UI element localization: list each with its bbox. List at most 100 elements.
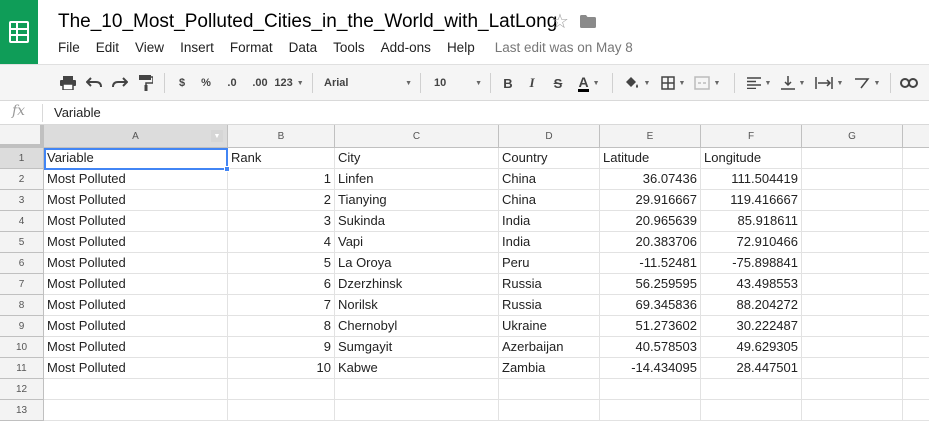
- filter-dropdown-icon[interactable]: ▼: [211, 130, 223, 142]
- menu-format[interactable]: Format: [230, 40, 273, 55]
- data-cell[interactable]: 4: [228, 232, 335, 253]
- menu-data[interactable]: Data: [289, 40, 318, 55]
- star-icon[interactable]: ☆: [551, 12, 569, 32]
- row-header[interactable]: 10: [0, 337, 44, 358]
- text-rotation-button[interactable]: ▼: [852, 71, 882, 95]
- column-header-a[interactable]: A ▼: [44, 125, 228, 148]
- fill-color-button[interactable]: ▼: [622, 71, 652, 95]
- column-header-d[interactable]: D: [499, 125, 600, 148]
- row-header[interactable]: 5: [0, 232, 44, 253]
- row-header[interactable]: 1: [0, 148, 44, 169]
- data-cell[interactable]: Russia: [499, 274, 600, 295]
- row-header[interactable]: 11: [0, 358, 44, 379]
- data-cell[interactable]: -14.434095: [600, 358, 701, 379]
- data-cell[interactable]: [499, 379, 600, 400]
- header-cell[interactable]: Longitude: [701, 148, 802, 169]
- data-cell[interactable]: Peru: [499, 253, 600, 274]
- row-header[interactable]: 9: [0, 316, 44, 337]
- data-cell[interactable]: [44, 379, 228, 400]
- data-cell[interactable]: 111.504419: [701, 169, 802, 190]
- data-cell[interactable]: Most Polluted: [44, 274, 228, 295]
- data-cell[interactable]: 10: [228, 358, 335, 379]
- data-cell[interactable]: [903, 190, 929, 211]
- redo-button[interactable]: [110, 71, 130, 95]
- data-cell[interactable]: India: [499, 211, 600, 232]
- data-cell[interactable]: Most Polluted: [44, 295, 228, 316]
- font-size-select[interactable]: 10 ▼: [434, 71, 482, 95]
- data-cell[interactable]: [802, 337, 903, 358]
- data-cell[interactable]: [228, 400, 335, 421]
- text-wrapping-button[interactable]: ▼: [812, 71, 846, 95]
- data-cell[interactable]: 36.07436: [600, 169, 701, 190]
- data-cell[interactable]: 7: [228, 295, 335, 316]
- folder-icon[interactable]: [580, 15, 596, 28]
- column-header-h[interactable]: [903, 125, 929, 148]
- header-cell[interactable]: Rank: [228, 148, 335, 169]
- data-cell[interactable]: 1: [228, 169, 335, 190]
- column-header-c[interactable]: C: [335, 125, 499, 148]
- data-cell[interactable]: 40.578503: [600, 337, 701, 358]
- data-cell[interactable]: 49.629305: [701, 337, 802, 358]
- column-header-b[interactable]: B: [228, 125, 335, 148]
- data-cell[interactable]: [701, 379, 802, 400]
- data-cell[interactable]: 20.383706: [600, 232, 701, 253]
- data-cell[interactable]: [802, 316, 903, 337]
- data-cell[interactable]: 85.918611: [701, 211, 802, 232]
- decrease-decimal-button[interactable]: .0: [222, 71, 242, 95]
- bold-button[interactable]: B: [500, 71, 516, 95]
- sheets-logo[interactable]: [0, 0, 38, 64]
- data-cell[interactable]: [903, 337, 929, 358]
- font-family-select[interactable]: Arial ▼: [324, 71, 412, 95]
- increase-decimal-button[interactable]: .00: [248, 71, 272, 95]
- row-header[interactable]: 2: [0, 169, 44, 190]
- data-cell[interactable]: Vapi: [335, 232, 499, 253]
- data-cell[interactable]: [600, 379, 701, 400]
- data-cell[interactable]: Most Polluted: [44, 253, 228, 274]
- data-cell[interactable]: Linfen: [335, 169, 499, 190]
- data-cell[interactable]: 56.259595: [600, 274, 701, 295]
- data-cell[interactable]: 2: [228, 190, 335, 211]
- data-cell[interactable]: 88.204272: [701, 295, 802, 316]
- data-cell[interactable]: Most Polluted: [44, 337, 228, 358]
- data-cell[interactable]: Most Polluted: [44, 316, 228, 337]
- data-cell[interactable]: Dzerzhinsk: [335, 274, 499, 295]
- menu-addons[interactable]: Add-ons: [381, 40, 431, 55]
- data-cell[interactable]: [802, 190, 903, 211]
- data-cell[interactable]: 119.416667: [701, 190, 802, 211]
- fill-handle[interactable]: [224, 166, 230, 172]
- data-cell[interactable]: [903, 169, 929, 190]
- data-cell[interactable]: 28.447501: [701, 358, 802, 379]
- data-cell[interactable]: [802, 295, 903, 316]
- data-cell[interactable]: Tianying: [335, 190, 499, 211]
- column-header-e[interactable]: E: [600, 125, 701, 148]
- menu-help[interactable]: Help: [447, 40, 475, 55]
- menu-file[interactable]: File: [58, 40, 80, 55]
- data-cell[interactable]: [802, 253, 903, 274]
- data-cell[interactable]: [802, 232, 903, 253]
- data-cell[interactable]: [903, 316, 929, 337]
- select-all-corner[interactable]: [0, 125, 44, 148]
- more-formats-button[interactable]: 123 ▼: [274, 71, 304, 95]
- data-cell[interactable]: [802, 358, 903, 379]
- data-cell[interactable]: [903, 400, 929, 421]
- data-cell[interactable]: [903, 232, 929, 253]
- paint-format-button[interactable]: [136, 71, 156, 95]
- data-cell[interactable]: [802, 169, 903, 190]
- row-header[interactable]: 4: [0, 211, 44, 232]
- data-cell[interactable]: Most Polluted: [44, 211, 228, 232]
- row-header[interactable]: 13: [0, 400, 44, 421]
- data-cell[interactable]: [44, 400, 228, 421]
- data-cell[interactable]: 69.345836: [600, 295, 701, 316]
- row-header[interactable]: 12: [0, 379, 44, 400]
- data-cell[interactable]: [228, 379, 335, 400]
- row-header[interactable]: 8: [0, 295, 44, 316]
- header-cell[interactable]: Country: [499, 148, 600, 169]
- header-cell[interactable]: City: [335, 148, 499, 169]
- data-cell[interactable]: 72.910466: [701, 232, 802, 253]
- data-cell[interactable]: China: [499, 190, 600, 211]
- data-cell[interactable]: Most Polluted: [44, 232, 228, 253]
- data-cell[interactable]: [335, 379, 499, 400]
- italic-button[interactable]: I: [524, 71, 540, 95]
- row-header[interactable]: 6: [0, 253, 44, 274]
- data-cell[interactable]: Azerbaijan: [499, 337, 600, 358]
